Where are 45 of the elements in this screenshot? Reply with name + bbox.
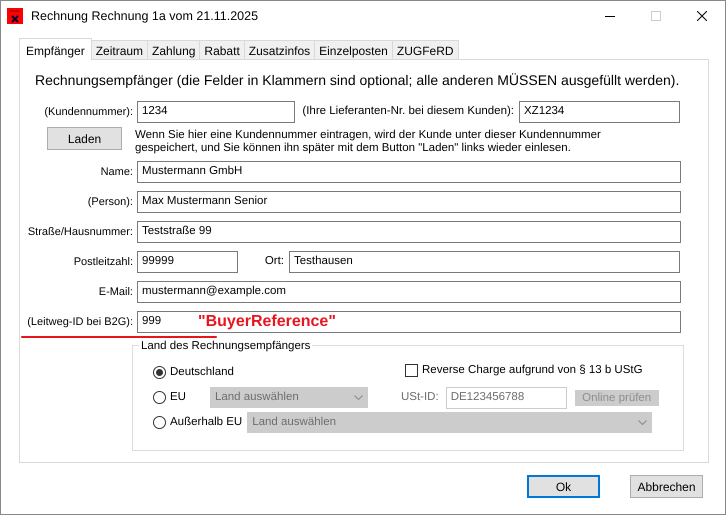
radio-label: EU: [170, 390, 186, 405]
field-label: USt-ID:: [400, 390, 439, 405]
tab[interactable]: Zahlung: [147, 40, 200, 59]
tab[interactable]: Empfänger: [19, 38, 92, 60]
text-field[interactable]: Testhausen: [289, 251, 680, 273]
field-label: Ort:: [264, 254, 285, 270]
dialog-button[interactable]: Ok: [527, 475, 600, 498]
annotation-text: "BuyerReference": [198, 312, 336, 332]
text-field[interactable]: Mustermann GmbH: [137, 161, 681, 183]
chevron-icon: [638, 420, 648, 425]
field-label: (Ihre Lieferanten-Nr. bei diesem Kunden):: [302, 104, 515, 120]
chevron-icon: [354, 395, 363, 400]
tab[interactable]: Zusatzinfos: [244, 40, 316, 59]
text-field[interactable]: mustermann@example.com: [137, 281, 681, 303]
radio-button[interactable]: [153, 391, 166, 404]
radio-label: Deutschland: [170, 364, 234, 380]
customer-number-field[interactable]: 1234: [137, 101, 295, 123]
text-field[interactable]: Max Mustermann Senior: [137, 191, 681, 213]
text-field[interactable]: Teststraße 99: [137, 221, 681, 243]
hint-text: Wenn Sie hier eine Kundennummer eintragen, wird der Kunde unter dieser Kundennummer: [135, 129, 601, 142]
supplier-number-field[interactable]: XZ1234: [519, 101, 680, 123]
text-field[interactable]: 99999: [137, 251, 238, 273]
dialog-button[interactable]: Abbrechen: [630, 475, 703, 498]
app-icon: [7, 8, 23, 24]
radio-button[interactable]: [153, 366, 166, 379]
radio-label: Außerhalb EU: [170, 414, 242, 430]
tab[interactable]: Einzelposten: [314, 40, 393, 59]
radio-button[interactable]: [153, 416, 166, 429]
checkbox-label: Reverse Charge aufgrund von § 13 b UStG: [422, 363, 643, 378]
field-label: (Person):: [86, 194, 134, 210]
heading-text: Rechnungsempfänger (die Felder in Klammern sind optional; alle anderen MÜSSEN ausgefüllt werden).: [35, 71, 680, 90]
load-button[interactable]: Laden: [47, 127, 122, 150]
tab[interactable]: ZUGFeRD: [392, 40, 459, 59]
field-label: (Kundennummer):: [43, 104, 134, 120]
window-title: Rechnung Rechnung 1a vom 21.11.2025: [31, 8, 260, 25]
hint-text: gespeichert, und Sie können ihn später mit dem Button "Laden" links wieder einlesen.: [135, 142, 572, 155]
field-label: Postleitzahl:: [72, 254, 134, 270]
tab[interactable]: Rabatt: [199, 40, 245, 59]
tab[interactable]: Zeitraum: [90, 40, 148, 59]
close-icon[interactable]: [697, 11, 707, 21]
checkbox[interactable]: [405, 364, 418, 378]
field-label: Straße/Hausnummer:: [26, 224, 134, 240]
field-label: E-Mail:: [98, 284, 134, 300]
field-label: Name:: [100, 164, 134, 180]
field-label: (Leitweg-ID bei B2G):: [26, 314, 134, 330]
